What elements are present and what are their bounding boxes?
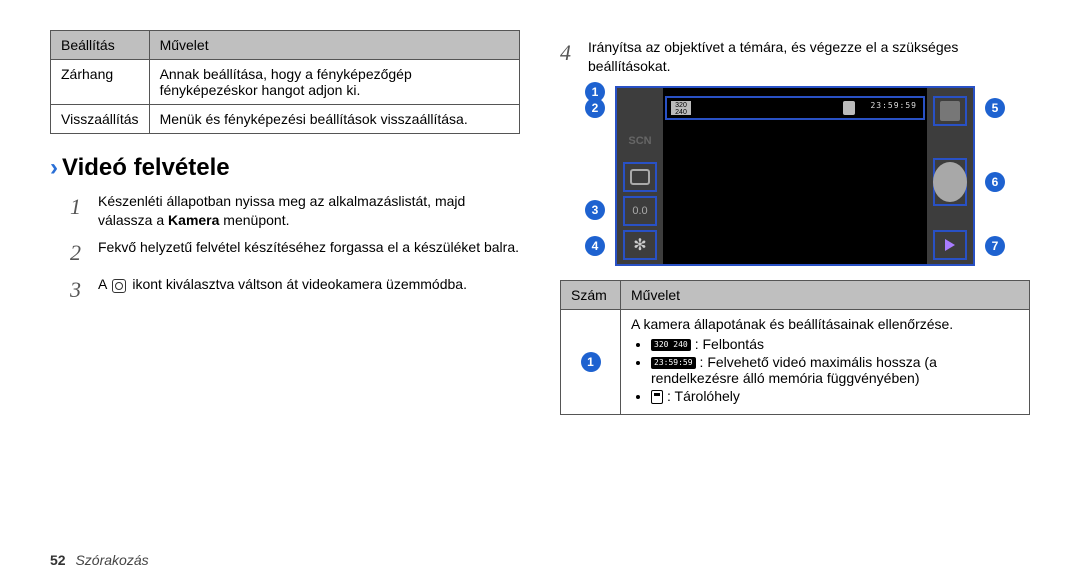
callout-bubble-4: 4: [585, 236, 605, 256]
playback-button[interactable]: [933, 230, 967, 260]
camcorder-preview: SCN 0.0 320 240 23:59:59 1: [615, 86, 975, 266]
features-table: Szám Művelet 1 A kamera állapotának és b…: [560, 280, 1030, 415]
step-body: Készenléti állapotban nyissa meg az alka…: [98, 192, 520, 230]
scene-mode-label: SCN: [623, 126, 657, 156]
step-1: 1 Készenléti állapotban nyissa meg az al…: [70, 192, 520, 230]
record-time-remaining: 23:59:59: [870, 101, 917, 110]
step-body: A ikont kiválasztva váltson át videokame…: [98, 275, 520, 305]
exposure-value-button[interactable]: 0.0: [623, 196, 657, 226]
settings-table: Beállítás Művelet Zárhang Annak beállítá…: [50, 30, 520, 134]
feature-bullet: 320 240: Felbontás: [651, 336, 1019, 352]
page-number: 52: [50, 552, 66, 568]
feature-row-desc: A kamera állapotának és beállításainak e…: [621, 309, 1030, 414]
callout-bubble-6: 6: [985, 172, 1005, 192]
callout-bubble-ref-1: 1: [581, 352, 601, 372]
settings-header-setting: Beállítás: [51, 31, 150, 60]
setting-name: Zárhang: [51, 60, 150, 105]
gallery-thumbnail-button[interactable]: [933, 96, 967, 126]
step-4: 4 Irányítsa az objektívet a témára, és v…: [560, 38, 1030, 76]
step-body: Fekvő helyzetű felvétel készítéséhez for…: [98, 238, 520, 268]
chevron-icon: ›: [50, 154, 58, 181]
table-row: Zárhang Annak beállítása, hogy a fénykép…: [51, 60, 520, 105]
switch-camera-button[interactable]: [623, 162, 657, 192]
page-footer: 52 Szórakozás: [50, 552, 149, 568]
features-header-num: Szám: [561, 280, 621, 309]
feature-bullet: : Tárolóhely: [651, 388, 1019, 404]
feature-row-number: 1: [561, 309, 621, 414]
camera-switch-icon: [112, 279, 126, 293]
step-number: 2: [70, 238, 88, 268]
step-3: 3 A ikont kiválasztva váltson át videoka…: [70, 275, 520, 305]
step-body: Irányítsa az objektívet a témára, és vég…: [588, 38, 1030, 76]
settings-gear-button[interactable]: [623, 230, 657, 260]
callout-bubble-3: 3: [585, 200, 605, 220]
section-heading: ›Videó felvétele: [50, 154, 520, 182]
table-row: Visszaállítás Menük és fényképezési beál…: [51, 105, 520, 134]
step-number: 4: [560, 38, 578, 76]
step-2: 2 Fekvő helyzetű felvétel készítéséhez f…: [70, 238, 520, 268]
resolution-icon: 320 240: [651, 339, 691, 351]
resolution-icon: 320 240: [671, 101, 691, 115]
table-row: 1 A kamera állapotának és beállításainak…: [561, 309, 1030, 414]
setting-action: Menük és fényképezési beállítások vissza…: [149, 105, 519, 134]
storage-icon: [843, 101, 855, 115]
storage-icon: [651, 390, 663, 404]
timer-icon: 23:59:59: [651, 357, 696, 369]
callout-bubble-5: 5: [985, 98, 1005, 118]
setting-name: Visszaállítás: [51, 105, 150, 134]
setting-action: Annak beállítása, hogy a fényképezőgép f…: [149, 60, 519, 105]
settings-header-action: Művelet: [149, 31, 519, 60]
step-number: 3: [70, 275, 88, 305]
callout-bubble-2: 2: [585, 98, 605, 118]
feature-bullet: 23:59:59: Felvehető videó maximális hoss…: [651, 354, 1019, 386]
record-button[interactable]: [933, 162, 967, 202]
callout-bubble-7: 7: [985, 236, 1005, 256]
step-number: 1: [70, 192, 88, 230]
section-name: Szórakozás: [75, 552, 148, 568]
feature-intro-text: A kamera állapotának és beállításainak e…: [631, 316, 1019, 332]
status-band: 320 240 23:59:59: [665, 96, 925, 120]
features-header-action: Művelet: [621, 280, 1030, 309]
